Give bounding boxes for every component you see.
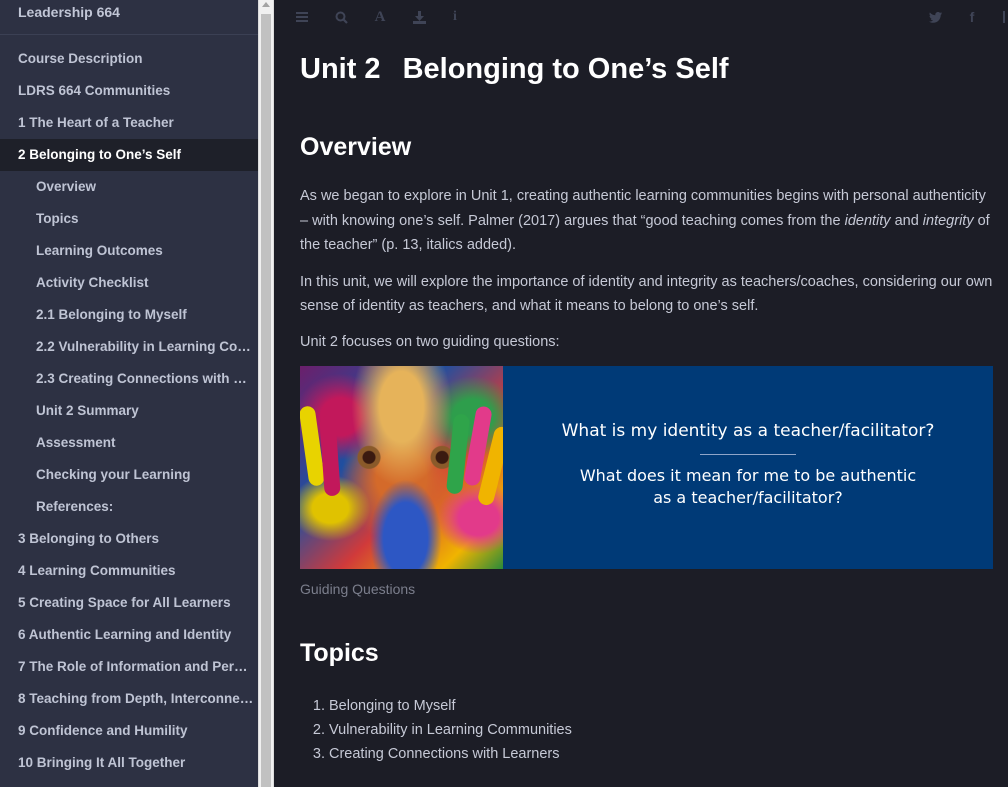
sidebar-item[interactable]: 1 The Heart of a Teacher (0, 107, 258, 139)
question-2-line-2: as a teacher/facilitator? (653, 488, 843, 507)
overview-paragraph-3: Unit 2 focuses on two guiding questions: (300, 333, 560, 350)
facebook-icon[interactable]: f (964, 9, 980, 25)
sidebar-item[interactable]: LDRS 664 Communities (0, 75, 258, 107)
topic-item: Vulnerability in Learning Communities (329, 718, 993, 742)
sidebar-item[interactable]: Topics (0, 203, 258, 235)
overview-paragraph-1: As we began to explore in Unit 1, creati… (300, 188, 990, 253)
question-1: What is my identity as a teacher/facilit… (561, 421, 935, 441)
chapter-body: Unit 2 Belonging to One’s Self Overview A… (275, 51, 1008, 766)
topics-list: Belonging to MyselfVulnerability in Lear… (300, 694, 993, 766)
sidebar-item[interactable]: 5 Creating Space for All Learners (0, 587, 258, 619)
sidebar-item[interactable]: 8 Teaching from Depth, Interconne… (0, 683, 258, 715)
sidebar-item[interactable]: 2 Belonging to One’s Self (0, 139, 258, 171)
painted-face-image (300, 366, 503, 569)
toolbar: A i f (275, 0, 1008, 34)
info-icon[interactable]: i (447, 9, 463, 25)
sidebar-item[interactable]: 4 Learning Communities (0, 555, 258, 587)
sidebar-item[interactable]: Assessment (0, 427, 258, 459)
overview-heading: Overview (300, 133, 412, 161)
download-icon[interactable] (411, 9, 427, 25)
menu-icon[interactable] (294, 9, 310, 25)
more-icon[interactable] (1001, 9, 1008, 25)
sidebar-item[interactable]: Unit 2 Summary (0, 395, 258, 427)
sidebar-item[interactable]: References: (0, 491, 258, 523)
sidebar-item[interactable]: Activity Checklist (0, 267, 258, 299)
scrollbar-thumb[interactable] (261, 14, 271, 787)
guiding-questions-banner: What is my identity as a teacher/facilit… (503, 366, 993, 569)
sidebar-item[interactable]: Learning Outcomes (0, 235, 258, 267)
topic-item: Belonging to Myself (329, 694, 993, 718)
sidebar-scrollbar[interactable] (258, 0, 274, 787)
question-divider (700, 454, 796, 455)
sidebar-item[interactable]: Checking your Learning (0, 459, 258, 491)
sidebar-item[interactable]: Overview (0, 171, 258, 203)
question-2-line-1: What does it mean for me to be authentic (579, 466, 917, 485)
font-icon[interactable]: A (372, 9, 388, 25)
figure-caption: Guiding Questions (300, 581, 416, 597)
sidebar-item[interactable]: 6 Authentic Learning and Identity (0, 619, 258, 651)
book-title[interactable]: Leadership 664 (0, 0, 258, 35)
page-title: Unit 2 Belonging to One’s Self (300, 51, 993, 87)
unit-title: Belonging to One’s Self (402, 53, 729, 85)
topics-heading: Topics (300, 639, 379, 667)
sidebar-item[interactable]: 2.3 Creating Connections with … (0, 363, 258, 395)
sidebar-item[interactable]: 10 Bringing It All Together (0, 747, 258, 779)
sidebar-item[interactable]: 7 The Role of Information and Per… (0, 651, 258, 683)
main-content: A i f Unit 2 Belonging to One’s Self Over… (275, 0, 1008, 787)
sidebar-item[interactable]: Course Description (0, 43, 258, 75)
guiding-questions-figure: What is my identity as a teacher/facilit… (300, 366, 993, 569)
sidebar-item[interactable]: 2.1 Belonging to Myself (0, 299, 258, 331)
twitter-icon[interactable] (927, 9, 943, 25)
topic-item: Creating Connections with Learners (329, 742, 993, 766)
search-icon[interactable] (333, 9, 349, 25)
unit-number: Unit 2 (300, 53, 381, 85)
sidebar-nav: Leadership 664 Course Description LDRS 66… (0, 0, 258, 787)
scroll-up-arrow-icon[interactable] (262, 2, 270, 7)
toc-list: Course Description LDRS 664 Communities 1 … (0, 35, 258, 779)
sidebar-item[interactable]: 9 Confidence and Humility (0, 715, 258, 747)
sidebar-item[interactable]: 2.2 Vulnerability in Learning Co… (0, 331, 258, 363)
sidebar-item[interactable]: 3 Belonging to Others (0, 523, 258, 555)
overview-paragraph-2: In this unit, we will explore the import… (300, 273, 993, 315)
